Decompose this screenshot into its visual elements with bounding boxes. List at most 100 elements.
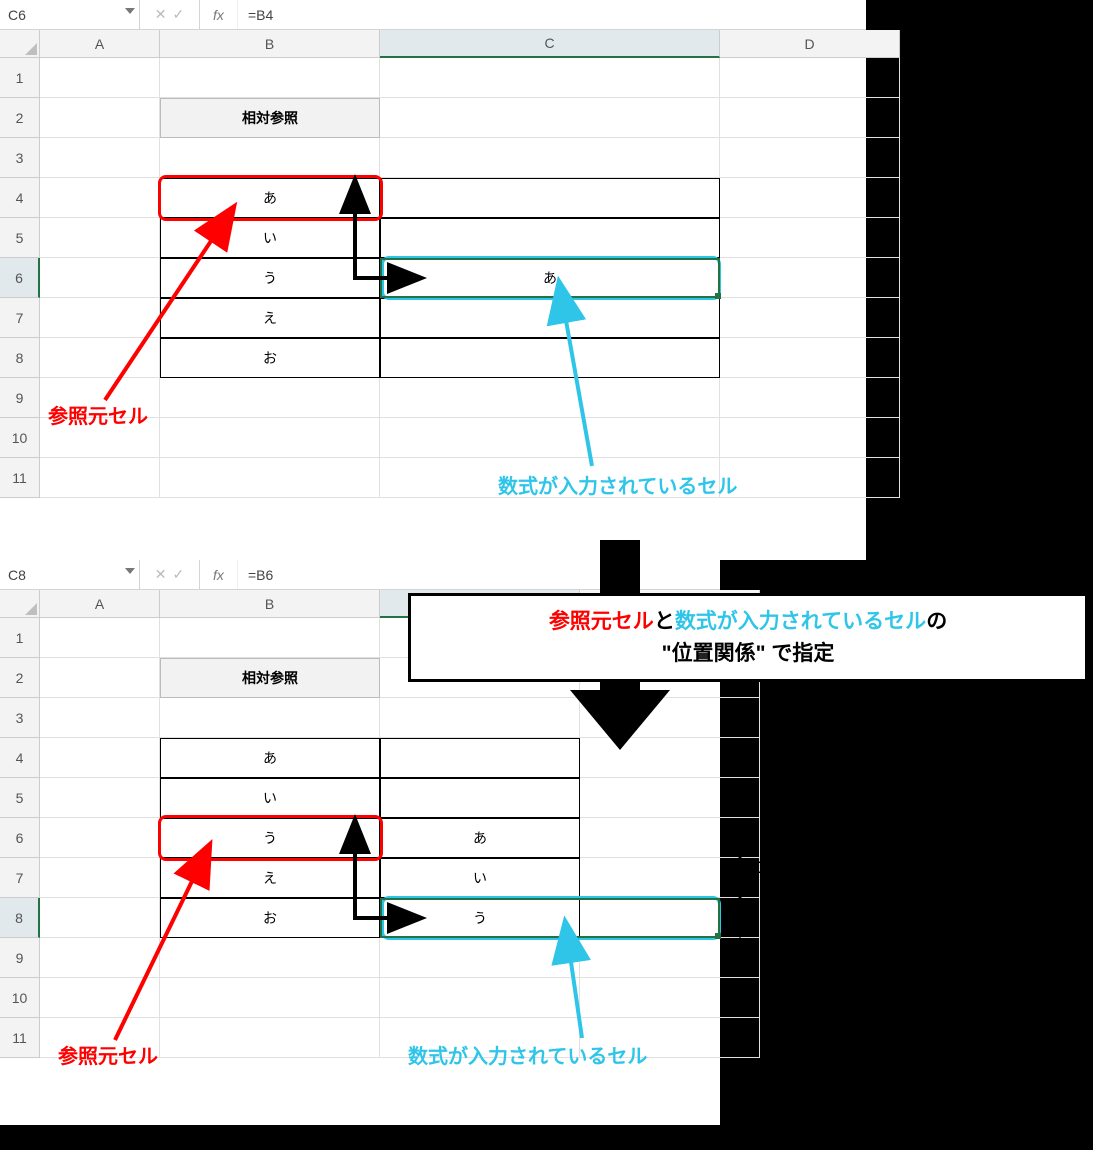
cell[interactable]: い (160, 218, 380, 258)
cell[interactable] (40, 658, 160, 698)
cell[interactable] (160, 378, 380, 418)
row-header[interactable]: 9 (0, 378, 40, 418)
cell[interactable] (380, 418, 720, 458)
column-header[interactable]: C (380, 30, 720, 58)
column-header[interactable]: B (160, 590, 380, 618)
cell[interactable] (40, 898, 160, 938)
cell[interactable]: あ (160, 178, 380, 218)
formula-input[interactable]: =B4 (238, 0, 866, 29)
row-header[interactable]: 3 (0, 698, 40, 738)
row-header[interactable]: 6 (0, 258, 40, 298)
row-header[interactable]: 8 (0, 338, 40, 378)
cell[interactable] (380, 698, 580, 738)
name-box[interactable]: C6 (0, 0, 140, 29)
row-header[interactable]: 11 (0, 1018, 40, 1058)
cell[interactable] (40, 938, 160, 978)
row-header[interactable]: 8 (0, 898, 40, 938)
name-box[interactable]: C8 (0, 560, 140, 589)
row-header[interactable]: 6 (0, 818, 40, 858)
accept-icon[interactable]: ✓ (173, 6, 185, 23)
formula-input[interactable]: =B6 (238, 560, 720, 589)
cell[interactable] (160, 138, 380, 178)
row-header[interactable]: 10 (0, 418, 40, 458)
grid[interactable]: ABCD 1234567891011 相対参照あいうえおあ 参照元セル 数式が入… (0, 30, 866, 560)
cell[interactable]: う (380, 898, 580, 938)
cell[interactable] (720, 58, 900, 98)
cell[interactable]: あ (380, 258, 720, 298)
cell[interactable] (720, 258, 900, 298)
cell[interactable] (40, 298, 160, 338)
cell[interactable] (720, 378, 900, 418)
cell[interactable] (580, 858, 760, 898)
cell[interactable] (160, 698, 380, 738)
cell[interactable] (380, 178, 720, 218)
row-header[interactable]: 7 (0, 298, 40, 338)
fx-icon[interactable]: fx (213, 7, 224, 23)
fx-icon[interactable]: fx (213, 567, 224, 583)
cell[interactable]: 相対参照 (160, 658, 380, 698)
cell[interactable] (160, 1018, 380, 1058)
row-header[interactable]: 1 (0, 618, 40, 658)
cell[interactable]: お (160, 338, 380, 378)
column-header[interactable]: D (720, 30, 900, 58)
row-header[interactable]: 10 (0, 978, 40, 1018)
cell[interactable] (720, 218, 900, 258)
cell[interactable] (380, 978, 580, 1018)
row-header[interactable]: 1 (0, 58, 40, 98)
cell[interactable] (580, 778, 760, 818)
cell[interactable]: お (160, 898, 380, 938)
dropdown-icon[interactable] (125, 568, 135, 574)
cell[interactable] (720, 418, 900, 458)
row-header[interactable]: 9 (0, 938, 40, 978)
row-header[interactable]: 5 (0, 778, 40, 818)
cell[interactable] (720, 138, 900, 178)
accept-icon[interactable]: ✓ (173, 566, 185, 583)
cell[interactable]: う (160, 258, 380, 298)
cell[interactable] (40, 778, 160, 818)
column-header[interactable]: A (40, 590, 160, 618)
dropdown-icon[interactable] (125, 8, 135, 14)
cell[interactable] (160, 58, 380, 98)
cell[interactable] (40, 978, 160, 1018)
cell[interactable] (40, 338, 160, 378)
cell[interactable] (380, 378, 720, 418)
cell[interactable] (40, 858, 160, 898)
cell[interactable] (720, 98, 900, 138)
row-header[interactable]: 2 (0, 658, 40, 698)
cell[interactable] (580, 898, 760, 938)
cell[interactable] (160, 938, 380, 978)
cell[interactable]: 相対参照 (160, 98, 380, 138)
cell[interactable]: う (160, 818, 380, 858)
cell[interactable] (720, 458, 900, 498)
cell[interactable] (580, 978, 760, 1018)
cell[interactable] (40, 178, 160, 218)
cell[interactable] (40, 138, 160, 178)
cell[interactable] (380, 778, 580, 818)
cell[interactable] (40, 698, 160, 738)
cell[interactable]: え (160, 858, 380, 898)
cell[interactable] (160, 458, 380, 498)
cell[interactable] (580, 738, 760, 778)
row-header[interactable]: 4 (0, 738, 40, 778)
cancel-icon[interactable]: ✕ (155, 6, 167, 23)
cell[interactable] (40, 458, 160, 498)
cell[interactable] (40, 98, 160, 138)
cell[interactable]: あ (160, 738, 380, 778)
cell[interactable] (380, 98, 720, 138)
cell[interactable] (40, 258, 160, 298)
cell[interactable] (380, 58, 720, 98)
row-header[interactable]: 5 (0, 218, 40, 258)
cell[interactable] (720, 298, 900, 338)
cell[interactable] (40, 218, 160, 258)
cell[interactable]: あ (380, 818, 580, 858)
cell[interactable]: い (160, 778, 380, 818)
row-header[interactable]: 11 (0, 458, 40, 498)
cell[interactable] (40, 58, 160, 98)
cell[interactable] (380, 138, 720, 178)
cell[interactable]: え (160, 298, 380, 338)
cancel-icon[interactable]: ✕ (155, 566, 167, 583)
cell[interactable] (160, 418, 380, 458)
cell[interactable] (380, 218, 720, 258)
cell[interactable] (380, 298, 720, 338)
cell[interactable] (160, 618, 380, 658)
